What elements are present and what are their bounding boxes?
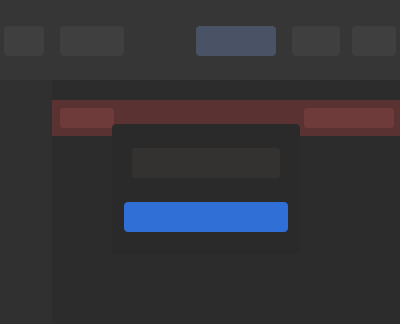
top-toolbar: [0, 0, 400, 80]
left-sidebar: [0, 80, 52, 324]
primary-button[interactable]: [124, 202, 288, 232]
app-window: [0, 0, 400, 324]
alert-icon: [60, 108, 114, 128]
dialog-input-field[interactable]: [132, 148, 280, 178]
dialog-panel: [112, 124, 300, 254]
toolbar-item-2[interactable]: [60, 26, 124, 56]
toolbar-item-3[interactable]: [196, 26, 276, 56]
toolbar-item-4[interactable]: [292, 26, 340, 56]
alert-action[interactable]: [304, 108, 394, 128]
toolbar-item-5[interactable]: [352, 26, 396, 56]
toolbar-item-1[interactable]: [4, 26, 44, 56]
